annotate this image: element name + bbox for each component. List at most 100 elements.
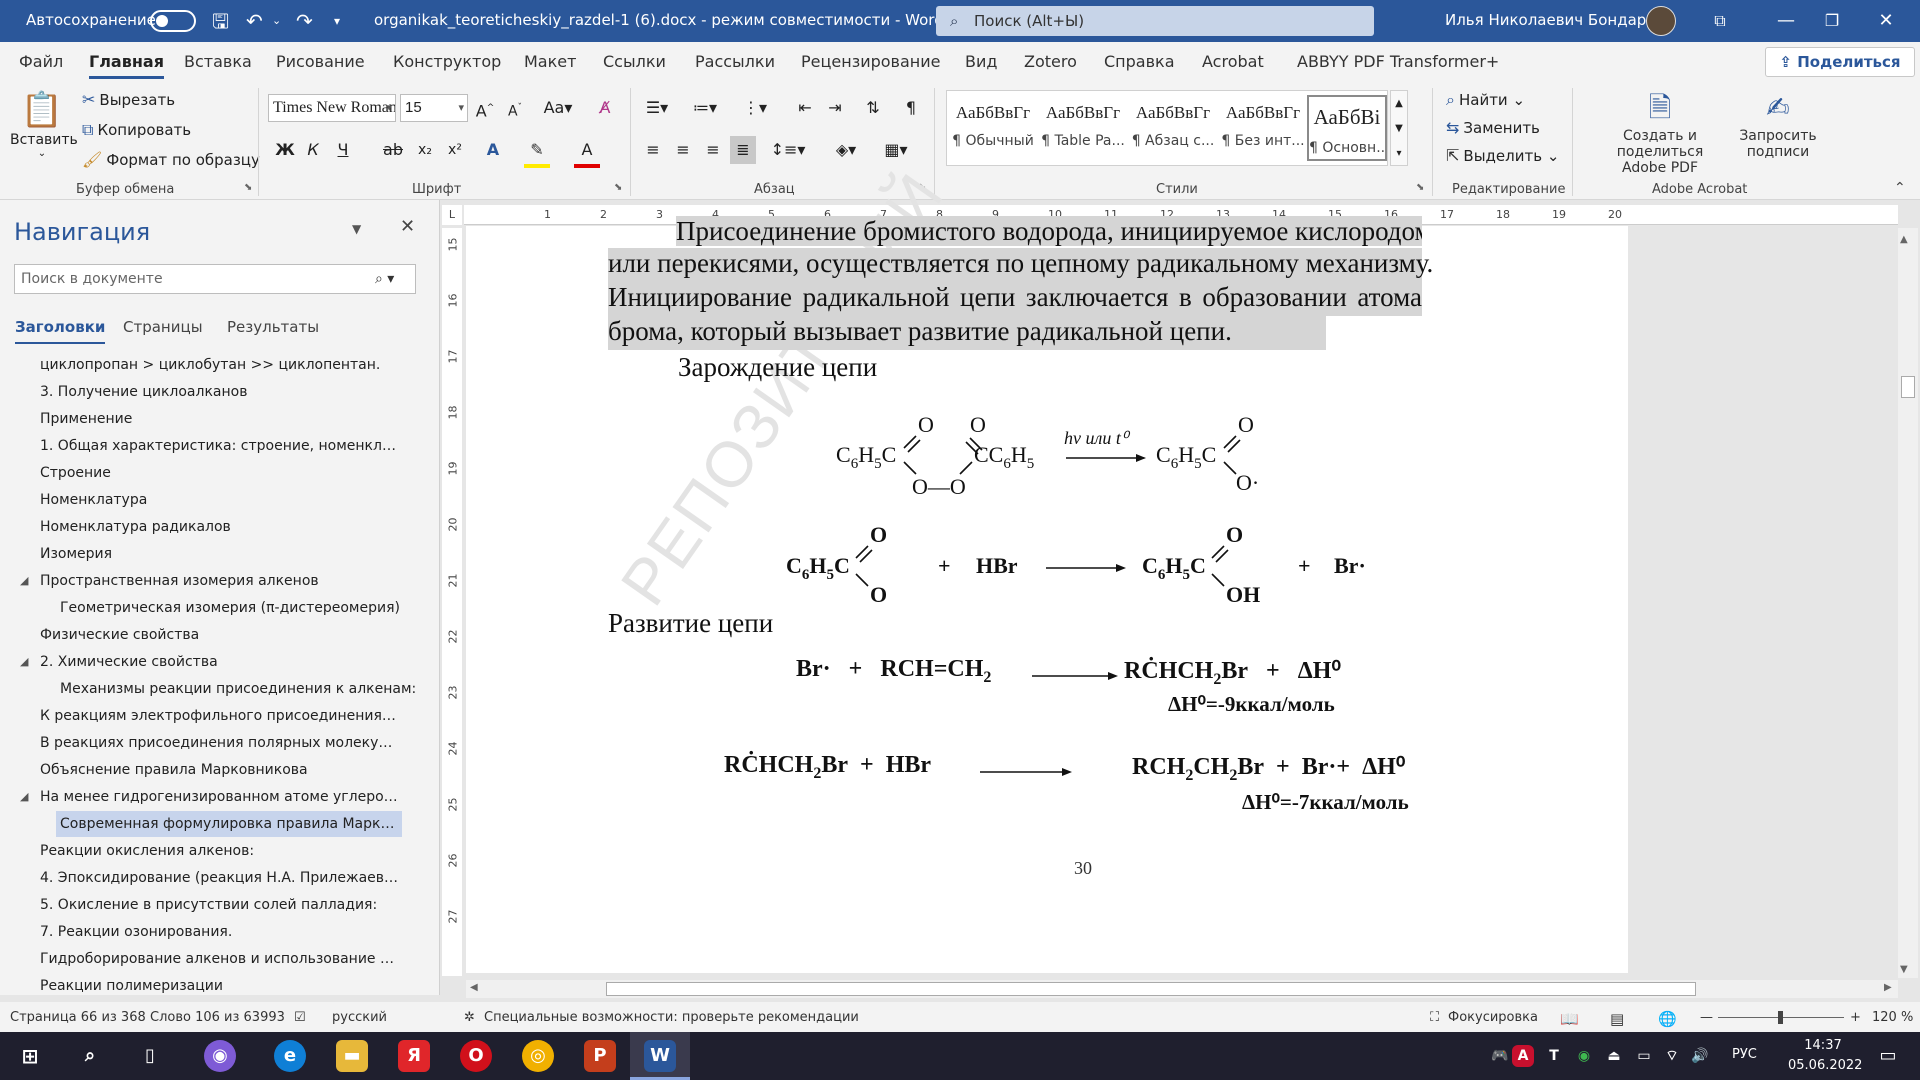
nav-heading-item[interactable]: Объяснение правила Марковникова bbox=[40, 757, 420, 783]
zoom-in-icon[interactable]: + bbox=[1850, 1010, 1861, 1025]
status-accessibility[interactable]: Специальные возможности: проверьте реком… bbox=[484, 1010, 859, 1025]
tab-abbyy[interactable]: ABBYY PDF Transformer+ bbox=[1297, 52, 1499, 71]
search-box[interactable]: ⌕ Поиск (Alt+Ы) bbox=[936, 6, 1374, 36]
font-name-combo[interactable]: Times New Roman ▾ bbox=[268, 94, 396, 122]
copy-button[interactable]: ⧉ Копировать bbox=[82, 120, 191, 140]
align-center-icon[interactable]: ≡ bbox=[670, 136, 696, 164]
tab-zotero[interactable]: Zotero bbox=[1024, 52, 1077, 71]
tab-review[interactable]: Рецензирование bbox=[801, 52, 940, 71]
autosave-toggle[interactable] bbox=[150, 10, 196, 32]
sort-icon[interactable]: ⇅ bbox=[860, 94, 886, 122]
powerpoint-icon[interactable]: P bbox=[584, 1040, 616, 1072]
grow-font-icon[interactable]: A^ bbox=[472, 94, 498, 125]
show-marks-icon[interactable]: ¶ bbox=[898, 94, 924, 122]
clear-formatting-icon[interactable]: A̸ bbox=[592, 94, 618, 122]
zoom-slider-thumb[interactable] bbox=[1778, 1011, 1783, 1024]
nav-heading-item[interactable]: Номенклатура bbox=[40, 487, 420, 513]
share-button[interactable]: ⇪ Поделиться bbox=[1765, 47, 1915, 77]
tab-insert[interactable]: Вставка bbox=[184, 52, 252, 71]
teams-icon[interactable]: T bbox=[1542, 1040, 1566, 1072]
format-painter-button[interactable]: 🖌 Формат по образцу bbox=[82, 150, 260, 169]
nav-tab-headings[interactable]: Заголовки bbox=[15, 318, 106, 344]
status-page[interactable]: Страница 66 из 368 bbox=[10, 1010, 146, 1025]
paragraph-line[interactable]: Инициирование радикальной цепи заключает… bbox=[608, 282, 1422, 316]
proofing-icon[interactable]: ☑ bbox=[294, 1010, 306, 1025]
customize-qat-icon[interactable]: ▾ bbox=[334, 8, 340, 34]
styles-launcher-icon[interactable]: ⬊ bbox=[1416, 182, 1424, 193]
nav-search-input[interactable]: Поиск в документе ⌕ ▾ bbox=[14, 264, 416, 294]
task-view-icon[interactable]: ▯ bbox=[134, 1040, 166, 1072]
clock-time[interactable]: 14:37 bbox=[1788, 1038, 1858, 1053]
minimize-icon[interactable]: — bbox=[1766, 6, 1806, 36]
shrink-font-icon[interactable]: Aˇ bbox=[502, 94, 528, 126]
focus-mode-button[interactable]: Фокусировка bbox=[1448, 1010, 1538, 1025]
document-page[interactable]: РЕПОЗИТОРИЙ Присоединение бромистого вод… bbox=[466, 160, 1628, 973]
opera-icon[interactable]: O bbox=[460, 1040, 492, 1072]
style-no-spacing[interactable]: АаБбВвГг ¶ Без инт... bbox=[1219, 95, 1307, 161]
horizontal-scrollbar[interactable]: ◀ ▶ bbox=[466, 980, 1898, 998]
text-effects-icon[interactable]: A bbox=[480, 136, 506, 164]
nav-heading-item[interactable]: К реакциям электрофильного присоединения… bbox=[40, 703, 400, 729]
replace-button[interactable]: ⇆ Заменить bbox=[1446, 118, 1540, 137]
restore-icon[interactable]: ❐ bbox=[1812, 6, 1852, 36]
yandex-browser-icon[interactable]: Я bbox=[398, 1040, 430, 1072]
nav-tab-pages[interactable]: Страницы bbox=[123, 318, 203, 336]
tab-view[interactable]: Вид bbox=[965, 52, 997, 71]
nav-options-icon[interactable]: ▼ bbox=[352, 222, 361, 236]
strikethrough-button[interactable]: ab bbox=[380, 136, 406, 164]
decrease-indent-icon[interactable]: ⇤ bbox=[792, 94, 818, 122]
clipboard-launcher-icon[interactable]: ⬊ bbox=[244, 182, 252, 193]
font-size-combo[interactable]: 15 ▾ bbox=[400, 94, 468, 122]
scroll-right-icon[interactable]: ▶ bbox=[1884, 982, 1892, 993]
subscript-button[interactable]: x₂ bbox=[412, 136, 438, 164]
align-right-icon[interactable]: ≡ bbox=[700, 136, 726, 164]
nav-heading-item[interactable]: Применение bbox=[40, 406, 420, 432]
line-spacing-icon[interactable]: ↕≡▾ bbox=[768, 136, 808, 164]
nav-heading-item[interactable]: 4. Эпоксидирование (реакция Н.А. Прилежа… bbox=[40, 865, 400, 891]
nav-tab-results[interactable]: Результаты bbox=[227, 318, 319, 336]
style-list-paragraph[interactable]: АаБбВвГг ¶ Абзац с... bbox=[1129, 95, 1217, 161]
style-normal[interactable]: АаБбВвГг ¶ Обычный bbox=[949, 95, 1037, 161]
save-icon[interactable]: 🖫 bbox=[212, 8, 229, 34]
scroll-up-icon[interactable]: ▲ bbox=[1900, 234, 1908, 245]
close-icon[interactable]: ✕ bbox=[1866, 6, 1906, 36]
battery-icon[interactable]: ▭ bbox=[1632, 1040, 1656, 1072]
nav-heading-item[interactable]: Номенклатура радикалов bbox=[40, 514, 420, 540]
heading-propagation[interactable]: Развитие цепи bbox=[608, 608, 773, 639]
nav-heading-item[interactable]: Физические свойства bbox=[40, 622, 420, 648]
nav-heading-item[interactable]: Строение bbox=[40, 460, 420, 486]
web-layout-icon[interactable]: 🌐 bbox=[1658, 1010, 1677, 1028]
usb-icon[interactable]: ⏏ bbox=[1602, 1040, 1626, 1072]
collapse-caret-icon[interactable]: ◢ bbox=[20, 574, 28, 587]
font-launcher-icon[interactable]: ⬊ bbox=[614, 182, 622, 193]
paragraph-line[interactable]: Присоединение бромистого водорода, иници… bbox=[676, 216, 1422, 246]
wifi-icon[interactable]: ⌔ bbox=[1660, 1040, 1684, 1072]
cut-button[interactable]: ✂ Вырезать bbox=[82, 90, 175, 109]
nav-heading-item[interactable]: Пространственная изомерия алкенов bbox=[40, 568, 420, 594]
undo-dropdown-icon[interactable]: ⌄ bbox=[272, 8, 281, 34]
scroll-left-icon[interactable]: ◀ bbox=[470, 982, 478, 993]
windows-start-icon[interactable]: ⊞ bbox=[14, 1040, 46, 1072]
tab-file[interactable]: Файл bbox=[19, 52, 63, 71]
horizontal-scroll-thumb[interactable] bbox=[606, 982, 1696, 996]
tab-references[interactable]: Ссылки bbox=[603, 52, 666, 71]
tab-selector[interactable]: L bbox=[442, 205, 462, 225]
nav-heading-item[interactable]: циклопропан > циклобутан >> циклопентан. bbox=[40, 352, 420, 378]
bullets-icon[interactable]: ☰▾ bbox=[640, 94, 674, 122]
status-words[interactable]: Слово 106 из 63993 bbox=[150, 1010, 285, 1025]
heading-initiation[interactable]: Зарождение цепи bbox=[678, 352, 877, 383]
tab-mailings[interactable]: Рассылки bbox=[695, 52, 775, 71]
tab-acrobat[interactable]: Acrobat bbox=[1202, 52, 1264, 71]
notifications-icon[interactable]: ▭ bbox=[1872, 1040, 1904, 1072]
paragraph-line[interactable]: брома, который вызывает развитие радикал… bbox=[608, 316, 1326, 350]
nav-heading-item[interactable]: Геометрическая изомерия (π-дистереомерия… bbox=[60, 595, 420, 621]
print-layout-icon[interactable]: ▤ bbox=[1610, 1010, 1624, 1028]
nav-heading-item[interactable]: Изомерия bbox=[40, 541, 420, 567]
shading-icon[interactable]: ◈▾ bbox=[826, 136, 866, 164]
nav-heading-item[interactable]: На менее гидрогенизированном атоме углер… bbox=[40, 784, 400, 810]
tab-draw[interactable]: Рисование bbox=[276, 52, 365, 71]
tab-help[interactable]: Справка bbox=[1104, 52, 1175, 71]
underline-button[interactable]: Ч bbox=[330, 136, 356, 164]
search-taskbar-icon[interactable]: ⌕ bbox=[74, 1040, 106, 1072]
scroll-down-icon[interactable]: ▼ bbox=[1900, 964, 1908, 975]
